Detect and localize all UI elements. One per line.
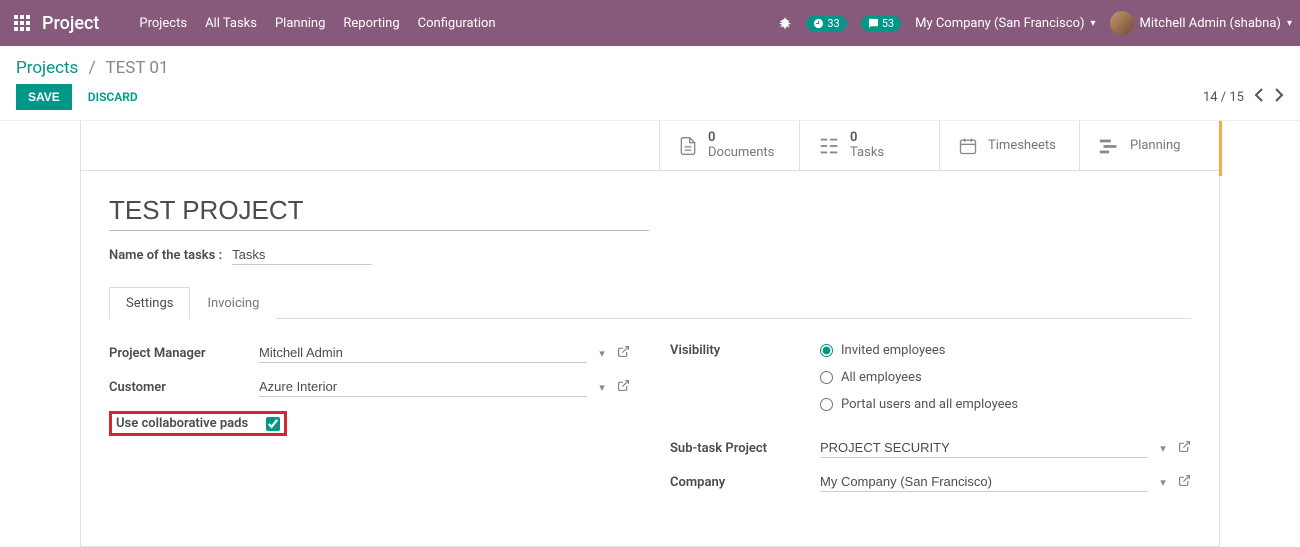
- tab-settings[interactable]: Settings: [109, 287, 190, 319]
- user-menu[interactable]: Mitchell Admin (shabna) ▾: [1110, 11, 1292, 35]
- chevron-down-icon[interactable]: ▾: [595, 347, 609, 360]
- external-link-icon[interactable]: [617, 379, 630, 396]
- collaborative-pads-checkbox[interactable]: [266, 417, 280, 431]
- control-panel: Projects / TEST 01 SAVE DISCARD 14 / 15: [0, 46, 1300, 121]
- chevron-down-icon: ▾: [1091, 18, 1096, 29]
- planning-icon: [1098, 137, 1120, 155]
- visibility-portal-label: Portal users and all employees: [841, 397, 1018, 412]
- visibility-all-radio[interactable]: [820, 371, 833, 384]
- project-manager-field[interactable]: [259, 343, 587, 363]
- collaborative-pads-label: Use collaborative pads: [116, 416, 258, 431]
- settings-left-column: Project Manager ▾ Customer: [109, 343, 630, 506]
- breadcrumb-separator: /: [89, 58, 96, 78]
- project-manager-label: Project Manager: [109, 346, 259, 361]
- customer-field[interactable]: [259, 377, 587, 397]
- menu-projects[interactable]: Projects: [139, 16, 187, 31]
- settings-right-column: Visibility Invited employees All employe…: [670, 343, 1191, 506]
- chat-badge-count: 53: [882, 17, 894, 30]
- bug-icon[interactable]: [778, 16, 792, 30]
- avatar: [1110, 11, 1134, 35]
- stat-tasks-count: 0: [850, 131, 884, 145]
- user-name: Mitchell Admin (shabna): [1140, 16, 1281, 31]
- company-name: My Company (San Francisco): [915, 16, 1084, 31]
- tasks-label: Name of the tasks :: [109, 248, 222, 263]
- stat-tasks[interactable]: 0 Tasks: [799, 121, 939, 170]
- calendar-icon: [958, 136, 978, 156]
- chat-icon: [868, 18, 879, 29]
- menu-configuration[interactable]: Configuration: [418, 16, 496, 31]
- visibility-invited-label: Invited employees: [841, 343, 946, 358]
- stat-documents-label: Documents: [708, 145, 774, 160]
- main-menu: Projects All Tasks Planning Reporting Co…: [139, 16, 495, 31]
- clock-icon: [813, 18, 824, 29]
- systray: 33 53 My Company (San Francisco) ▾ Mitch…: [778, 11, 1292, 35]
- stat-planning-label: Planning: [1130, 138, 1180, 153]
- form-sheet: 0 Documents 0 Tasks Timesheets: [80, 121, 1220, 547]
- breadcrumb: Projects / TEST 01: [16, 58, 1284, 78]
- breadcrumb-current: TEST 01: [105, 58, 168, 78]
- pager-text: 14 / 15: [1203, 90, 1244, 105]
- menu-reporting[interactable]: Reporting: [343, 16, 399, 31]
- chevron-down-icon[interactable]: ▾: [1156, 476, 1170, 489]
- discard-button[interactable]: DISCARD: [88, 90, 138, 104]
- chevron-down-icon[interactable]: ▾: [595, 381, 609, 394]
- chevron-down-icon[interactable]: ▾: [1156, 442, 1170, 455]
- stat-planning[interactable]: Planning: [1079, 121, 1219, 170]
- app-brand[interactable]: Project: [42, 13, 99, 34]
- subtask-project-field[interactable]: [820, 438, 1148, 458]
- company-label: Company: [670, 475, 820, 490]
- visibility-label: Visibility: [670, 343, 820, 358]
- ribbon-indicator: [1219, 121, 1222, 176]
- company-field[interactable]: [820, 472, 1148, 492]
- customer-label: Customer: [109, 380, 259, 395]
- subtask-project-label: Sub-task Project: [670, 441, 820, 456]
- visibility-radio-group: Invited employees All employees Portal u…: [820, 343, 1191, 424]
- topbar: Project Projects All Tasks Planning Repo…: [0, 0, 1300, 46]
- tasks-icon: [818, 135, 840, 157]
- tab-invoicing[interactable]: Invoicing: [190, 287, 276, 319]
- project-name-input[interactable]: [109, 191, 649, 231]
- document-icon: [678, 135, 698, 157]
- external-link-icon[interactable]: [617, 345, 630, 362]
- stat-timesheets[interactable]: Timesheets: [939, 121, 1079, 170]
- tabs: Settings Invoicing: [109, 287, 1191, 319]
- menu-planning[interactable]: Planning: [275, 16, 325, 31]
- stat-documents-count: 0: [708, 131, 774, 145]
- pager-next[interactable]: [1274, 88, 1284, 106]
- external-link-icon[interactable]: [1178, 440, 1191, 457]
- tasks-name-input[interactable]: [232, 245, 372, 265]
- stat-timesheets-label: Timesheets: [988, 138, 1056, 153]
- pager-prev[interactable]: [1254, 88, 1264, 106]
- menu-all-tasks[interactable]: All Tasks: [205, 16, 257, 31]
- clock-badge-count: 33: [827, 17, 839, 30]
- visibility-invited-radio[interactable]: [820, 344, 833, 357]
- stat-tasks-label: Tasks: [850, 145, 884, 160]
- pager: 14 / 15: [1203, 88, 1284, 106]
- save-button[interactable]: SAVE: [16, 84, 72, 110]
- chat-badge[interactable]: 53: [861, 16, 901, 31]
- company-switcher[interactable]: My Company (San Francisco) ▾: [915, 16, 1095, 31]
- visibility-portal-radio[interactable]: [820, 398, 833, 411]
- collaborative-pads-highlight: Use collaborative pads: [109, 411, 287, 436]
- visibility-all-label: All employees: [841, 370, 922, 385]
- clock-badge[interactable]: 33: [806, 16, 846, 31]
- breadcrumb-projects[interactable]: Projects: [16, 58, 78, 78]
- apps-icon[interactable]: [8, 9, 36, 37]
- external-link-icon[interactable]: [1178, 474, 1191, 491]
- stat-documents[interactable]: 0 Documents: [659, 121, 799, 170]
- stat-buttons: 0 Documents 0 Tasks Timesheets: [81, 121, 1219, 171]
- chevron-down-icon: ▾: [1287, 18, 1292, 29]
